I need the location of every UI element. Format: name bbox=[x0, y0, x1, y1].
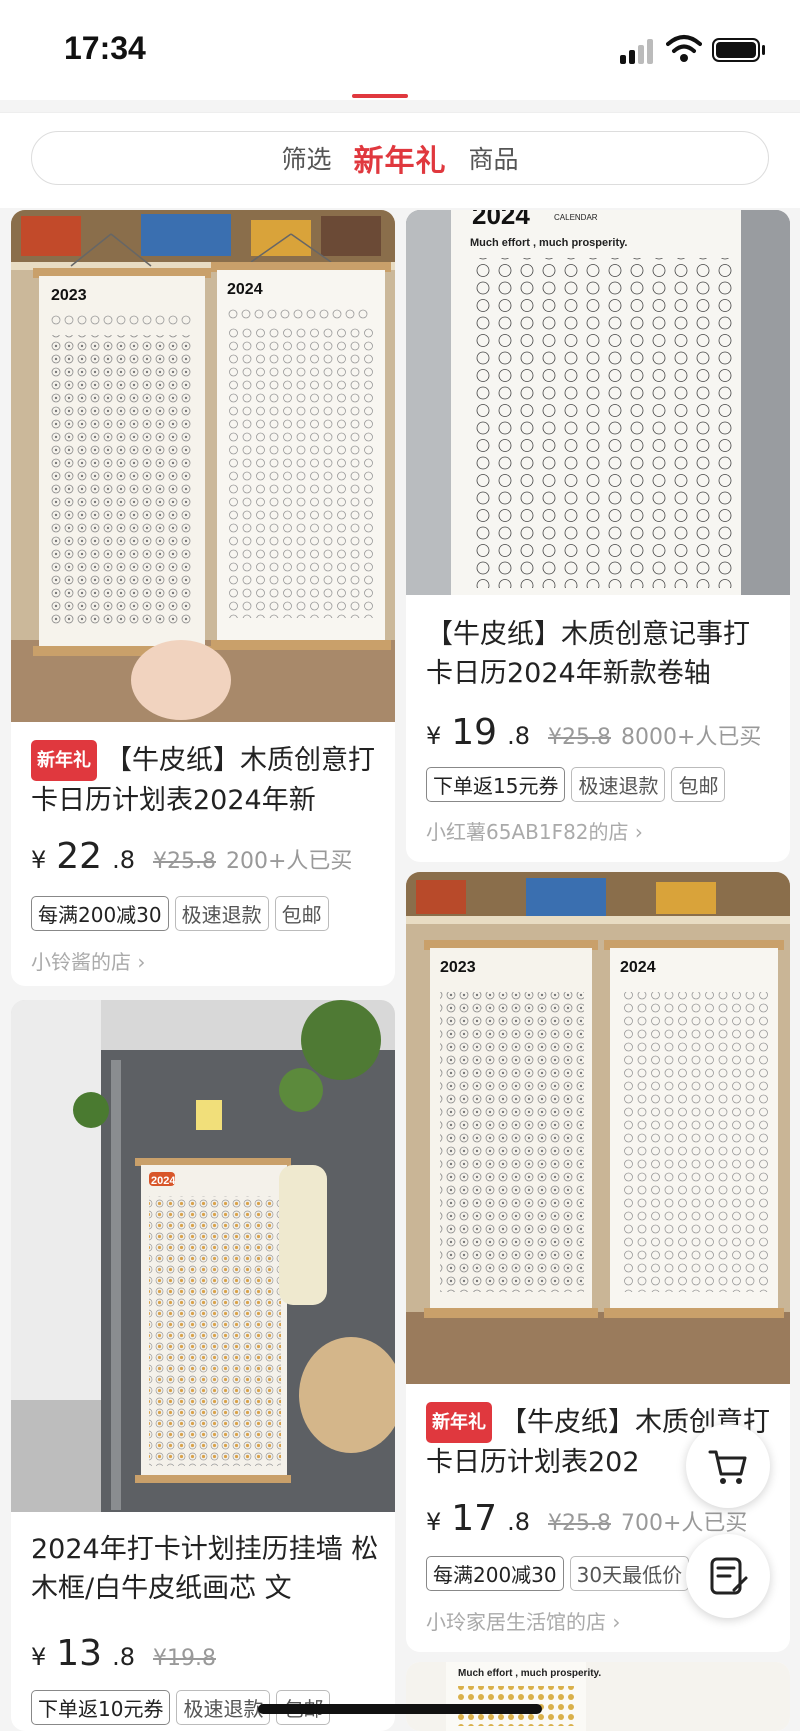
product-title[interactable]: 【牛皮纸】木质创意记事打卡日历2024年新款卷轴 bbox=[426, 615, 776, 693]
year-2023-text: 2023 bbox=[51, 287, 87, 304]
shop-link[interactable]: 小玲家居生活馆的店 › bbox=[426, 1606, 620, 1635]
shop-link[interactable]: 小铃酱的店 › bbox=[31, 946, 145, 975]
cart-icon bbox=[708, 1450, 747, 1484]
product-card[interactable]: 2024 2024年打卡计划挂历挂墙 松木框/白牛皮纸画芯 文 ¥13 .8 ¥1… bbox=[11, 1000, 395, 1731]
tag-coupon: 每满200减30 bbox=[426, 1556, 564, 1591]
price-row: ¥19 .8 ¥25.8 8000+人已买 bbox=[426, 712, 761, 753]
price-row: ¥17 .8 ¥25.8 700+人已买 bbox=[426, 1498, 747, 1539]
year-2023-text: 2023 bbox=[440, 959, 476, 976]
product-image[interactable]: 2023 2024 bbox=[406, 872, 790, 1384]
tag-refund: 极速退款 bbox=[571, 767, 666, 802]
filter-bar[interactable]: 筛选 新年礼 商品 bbox=[31, 131, 769, 185]
motto-text: Much effort , much prosperity. bbox=[470, 237, 627, 249]
original-price: ¥25.8 bbox=[548, 1511, 611, 1536]
product-card-peek[interactable]: Much effort , much prosperity. bbox=[406, 1662, 790, 1731]
tag-list: 每满200减30 极速退款 包邮 bbox=[31, 896, 329, 931]
battery-cap bbox=[762, 45, 765, 55]
signal-icon bbox=[620, 38, 656, 64]
new-year-badge: 新年礼 bbox=[31, 740, 97, 781]
price-integer: 13 bbox=[56, 1633, 103, 1674]
new-year-gift-label[interactable]: 新年礼 bbox=[354, 136, 447, 180]
price-decimal: .8 bbox=[507, 722, 530, 750]
price-integer: 22 bbox=[56, 836, 103, 877]
tag-lowest-price: 30天最低价 bbox=[569, 1556, 690, 1591]
year-2024-text: 2024 bbox=[227, 281, 263, 298]
price-decimal: .8 bbox=[112, 846, 135, 874]
product-title[interactable]: 新年礼 【牛皮纸】木质创意打卡日历计划表2024年新 bbox=[31, 740, 381, 820]
product-image[interactable]: 2024 CALENDAR Much effort , much prosper… bbox=[406, 210, 790, 595]
battery-icon bbox=[712, 38, 760, 62]
currency: ¥ bbox=[426, 1508, 442, 1536]
status-time: 17:34 bbox=[64, 30, 146, 66]
filter-label[interactable]: 筛选 bbox=[281, 140, 331, 176]
currency: ¥ bbox=[31, 846, 47, 874]
notes-icon bbox=[710, 1557, 748, 1595]
home-indicator[interactable] bbox=[258, 1704, 542, 1714]
price-row: ¥13 .8 ¥19.8 bbox=[31, 1633, 216, 1674]
price-decimal: .8 bbox=[507, 1508, 530, 1536]
sold-count: 8000+人已买 bbox=[620, 725, 762, 750]
price-row: ¥22 .8 ¥25.8 200+人已买 bbox=[31, 836, 352, 877]
tag-coupon: 下单返15元券 bbox=[426, 767, 566, 802]
tag-coupon: 每满200减30 bbox=[31, 896, 169, 931]
sold-count: 200+人已买 bbox=[225, 849, 353, 874]
shop-link[interactable]: 小红薯65AB1F82的店 › bbox=[426, 816, 643, 845]
tag-free-shipping: 包邮 bbox=[274, 896, 329, 931]
tag-refund: 极速退款 bbox=[174, 896, 269, 931]
tag-coupon: 下单返10元券 bbox=[31, 1690, 171, 1725]
product-image[interactable]: 2024 bbox=[11, 1000, 395, 1512]
tag-list: 下单返15元券 极速退款 包邮 bbox=[426, 767, 726, 802]
tag-refund: 极速退款 bbox=[176, 1690, 271, 1725]
currency: ¥ bbox=[31, 1643, 47, 1671]
tab-indicator bbox=[352, 94, 408, 98]
calendar-word: CALENDAR bbox=[554, 213, 598, 222]
year-2024-text: 2024 bbox=[472, 210, 530, 230]
notes-button[interactable] bbox=[686, 1534, 770, 1618]
product-image[interactable]: 2023 2024 bbox=[11, 210, 395, 722]
original-price: ¥19.8 bbox=[153, 1646, 216, 1671]
product-card[interactable]: 2023 2024 新年礼 【牛皮纸】木质创意打卡日历计划表2024年新 ¥22.… bbox=[11, 210, 395, 986]
motto-text: Much effort , much prosperity. bbox=[458, 1668, 601, 1679]
sold-count: 700+人已买 bbox=[620, 1511, 748, 1536]
price-integer: 17 bbox=[451, 1498, 498, 1539]
price-integer: 19 bbox=[451, 712, 498, 753]
tag-list: 每满200减30 30天最低价 bbox=[426, 1556, 690, 1591]
wifi-icon bbox=[666, 35, 702, 62]
price-decimal: .8 bbox=[112, 1643, 135, 1671]
product-image[interactable]: Much effort , much prosperity. bbox=[406, 1662, 790, 1731]
new-year-badge: 新年礼 bbox=[426, 1402, 492, 1443]
product-title[interactable]: 2024年打卡计划挂历挂墙 松木框/白牛皮纸画芯 文 bbox=[31, 1530, 381, 1608]
tag-free-shipping: 包邮 bbox=[671, 767, 726, 802]
original-price: ¥25.8 bbox=[153, 849, 216, 874]
cart-button[interactable] bbox=[686, 1424, 770, 1508]
status-bar: 17:34 bbox=[0, 0, 800, 100]
year-2024-text: 2024 bbox=[620, 959, 656, 976]
year-2024-text: 2024 bbox=[151, 1175, 176, 1187]
products-label[interactable]: 商品 bbox=[469, 140, 519, 176]
original-price: ¥25.8 bbox=[548, 725, 611, 750]
product-card[interactable]: 2024 CALENDAR Much effort , much prosper… bbox=[406, 210, 790, 862]
currency: ¥ bbox=[426, 722, 442, 750]
